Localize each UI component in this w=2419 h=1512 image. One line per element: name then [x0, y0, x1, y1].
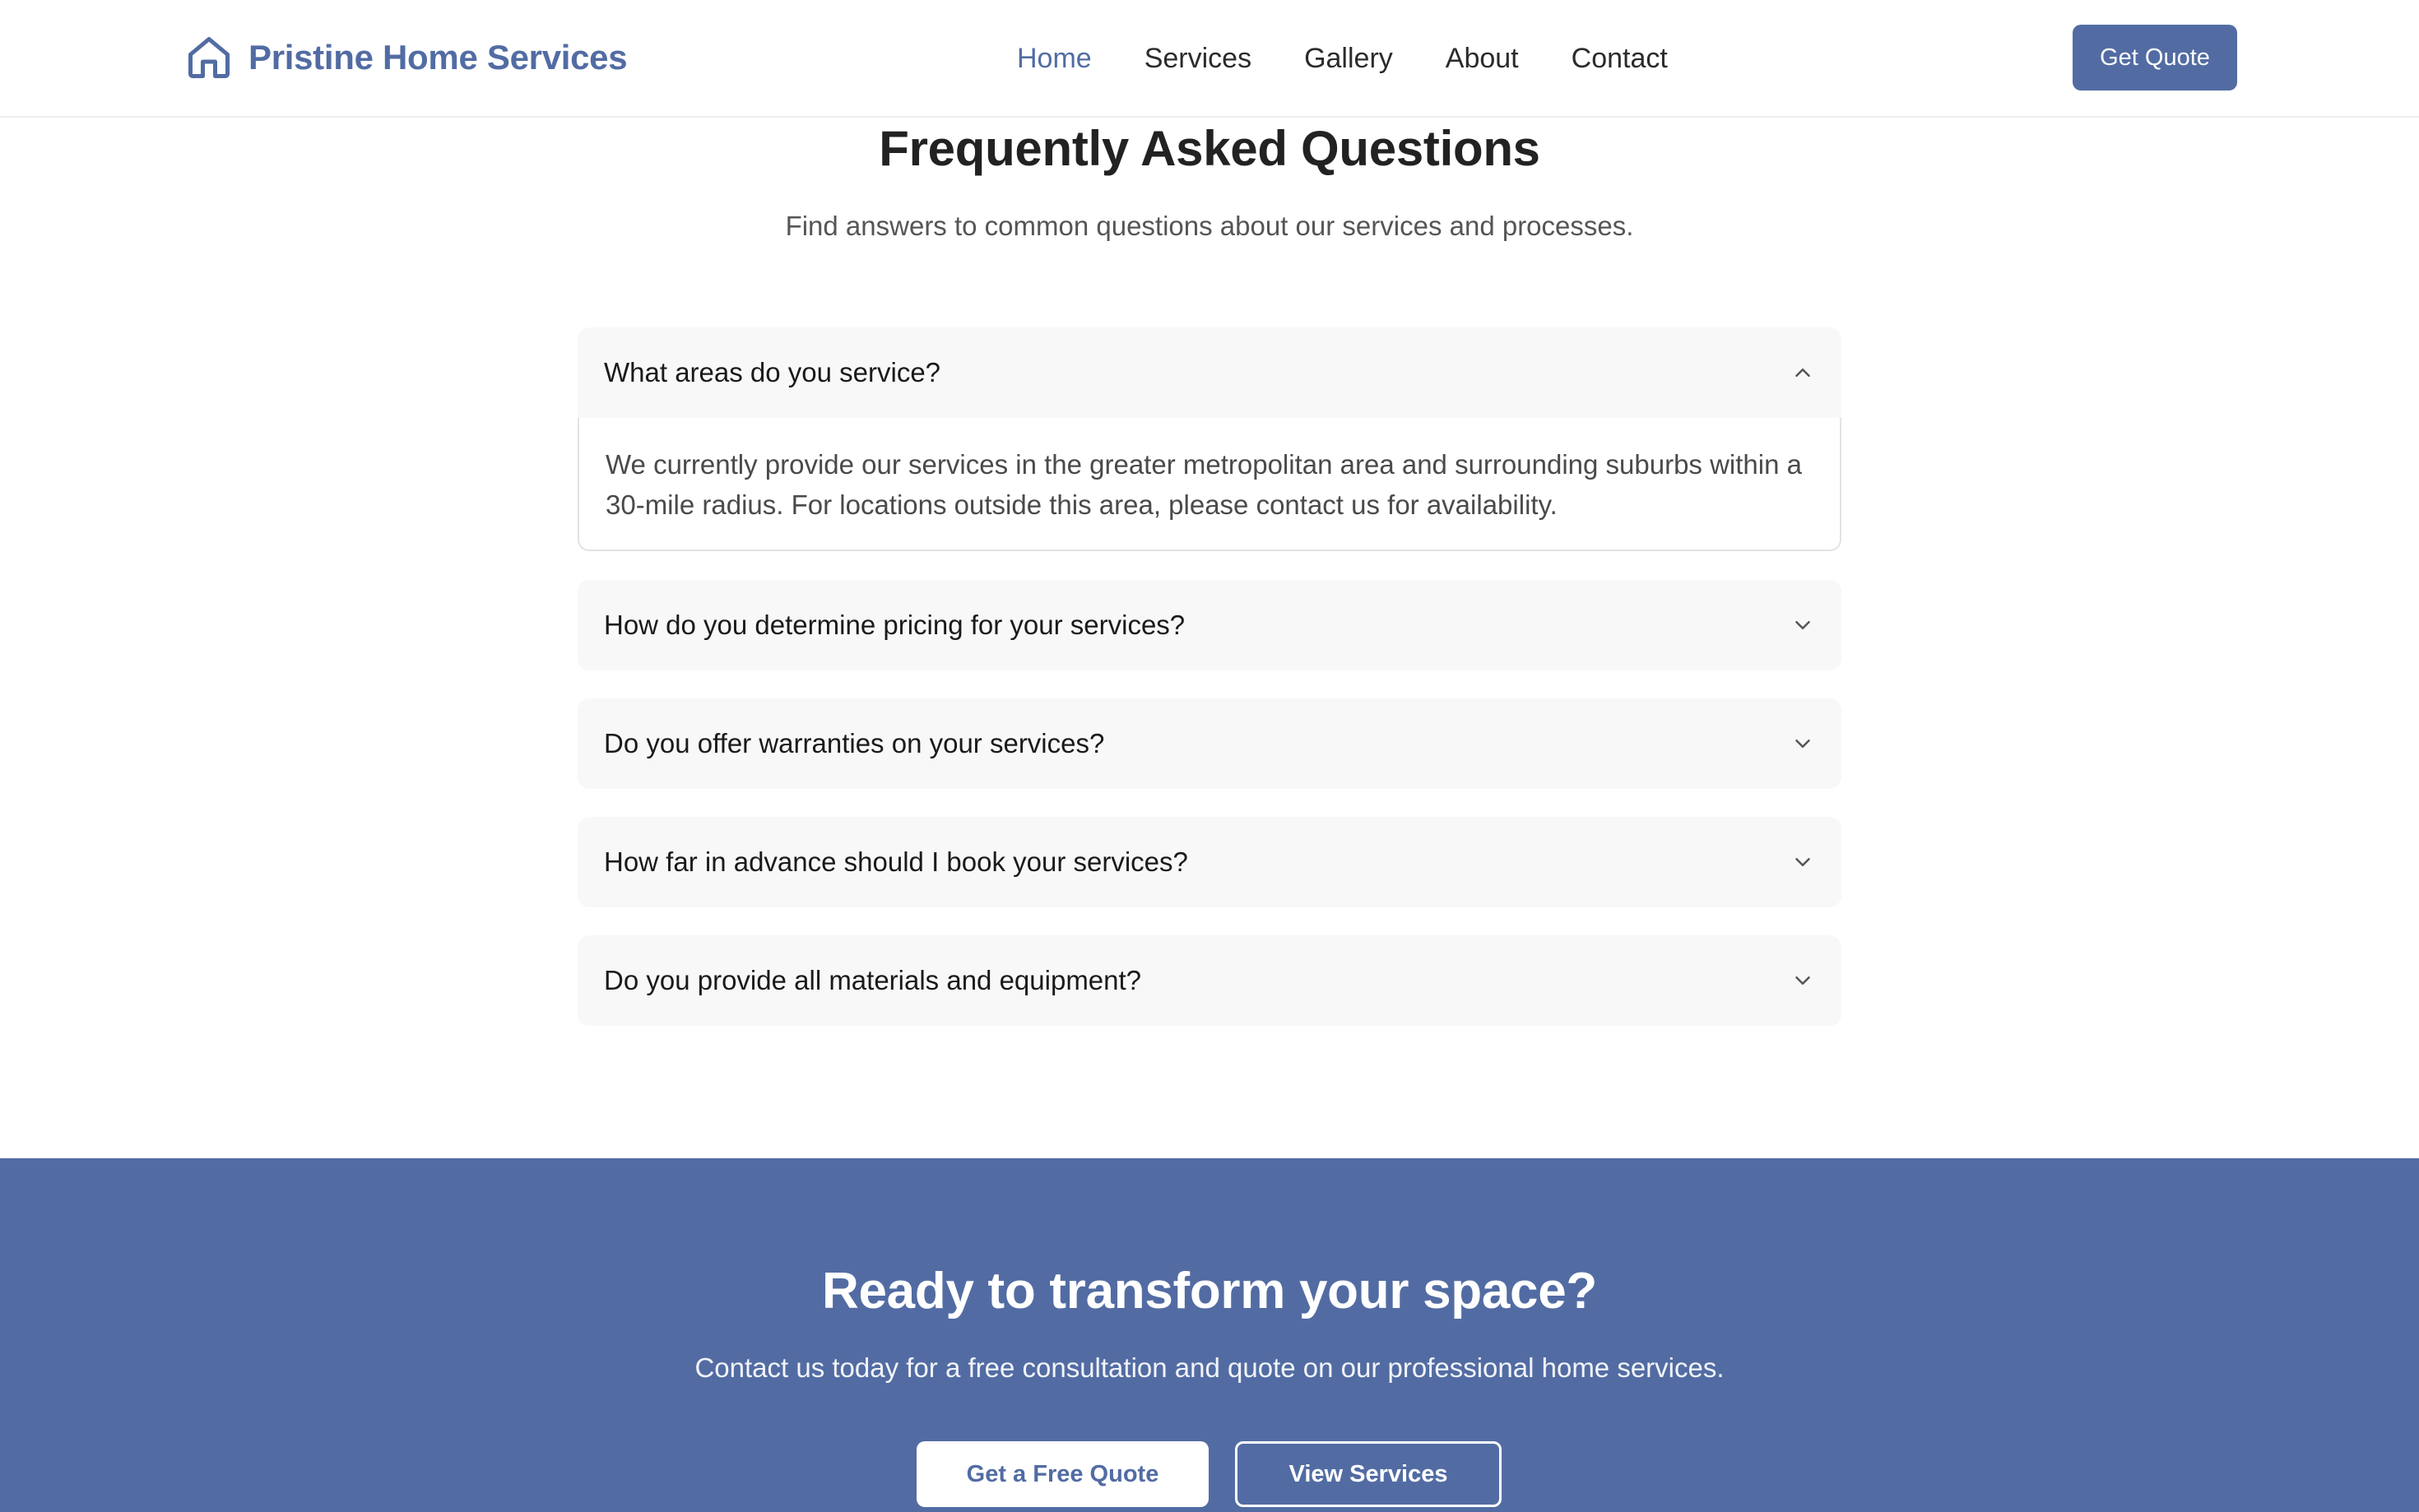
faq-question-text: Do you offer warranties on your services… [604, 728, 1105, 758]
faq-subtitle: Find answers to common questions about o… [785, 211, 1634, 241]
home-icon [188, 37, 230, 78]
faq-question-text: Do you provide all materials and equipme… [604, 965, 1142, 995]
faq-question-text: How do you determine pricing for your se… [604, 610, 1186, 640]
nav-about[interactable]: About [1446, 43, 1519, 75]
faq-question-button[interactable]: Do you provide all materials and equipme… [578, 935, 1841, 1026]
cta-banner: Ready to transform your space? Contact u… [0, 1158, 2419, 1512]
cta-title: Ready to transform your space? [822, 1263, 1597, 1320]
cta-subtitle: Contact us today for a free consultation… [694, 1352, 1725, 1383]
faq-question-text: How far in advance should I book your se… [604, 846, 1188, 877]
faq-answer: We currently provide our services in the… [578, 418, 1841, 551]
chevron-down-icon [1795, 621, 1810, 629]
faq-question-button[interactable]: Do you offer warranties on your services… [578, 698, 1841, 789]
nav-services[interactable]: Services [1144, 43, 1251, 75]
brand-name: Pristine Home Services [248, 38, 628, 77]
get-quote-button[interactable]: Get Quote [2073, 25, 2237, 90]
view-services-button[interactable]: View Services [1235, 1441, 1502, 1507]
brand-logo-link[interactable]: Pristine Home Services [184, 31, 628, 84]
get-free-quote-button[interactable]: Get a Free Quote [917, 1441, 1209, 1507]
nav-contact[interactable]: Contact [1572, 43, 1668, 75]
faq-item: How far in advance should I book your se… [578, 817, 1841, 907]
faq-question-button[interactable]: What areas do you service? [578, 327, 1841, 418]
faq-title: Frequently Asked Questions [879, 121, 1540, 176]
faq-item: What areas do you service? We currently … [578, 327, 1841, 551]
site-header: Pristine Home Services Home Services Gal… [0, 0, 2419, 118]
chevron-down-icon [1795, 858, 1810, 866]
main-nav: Home Services Gallery About Contact [1017, 36, 1668, 81]
chevron-down-icon [1795, 976, 1810, 985]
faq-item: How do you determine pricing for your se… [578, 580, 1841, 670]
faq-question-button[interactable]: How far in advance should I book your se… [578, 817, 1841, 907]
faq-question-text: What areas do you service? [604, 357, 941, 387]
nav-home[interactable]: Home [1017, 43, 1092, 75]
faq-question-button[interactable]: How do you determine pricing for your se… [578, 580, 1841, 670]
chevron-down-icon [1795, 740, 1810, 748]
nav-gallery[interactable]: Gallery [1304, 43, 1393, 75]
faq-item: Do you provide all materials and equipme… [578, 935, 1841, 1026]
faq-item: Do you offer warranties on your services… [578, 698, 1841, 789]
chevron-up-icon [1795, 369, 1810, 377]
